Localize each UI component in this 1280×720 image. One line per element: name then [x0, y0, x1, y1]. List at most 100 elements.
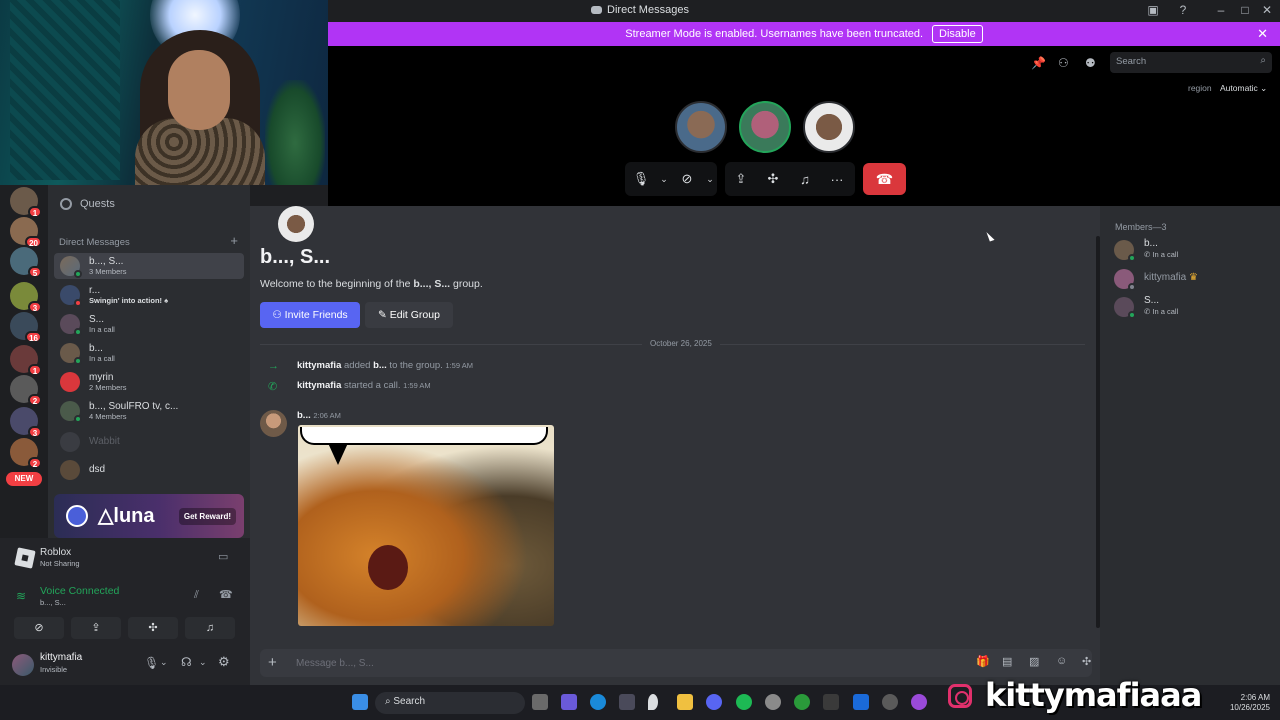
badge: 3	[28, 426, 42, 438]
user-avatar[interactable]	[12, 654, 34, 676]
server-icon[interactable]: 2	[10, 375, 42, 406]
luna-brand: △luna	[98, 505, 155, 527]
xbox-icon[interactable]	[794, 694, 810, 710]
camera-off-button[interactable]: ⊘	[14, 617, 64, 639]
share-screen-button[interactable]: ⇪	[71, 617, 121, 639]
app-icon[interactable]	[853, 694, 869, 710]
camera-off-icon[interactable]: ⊘	[671, 171, 703, 187]
soundboard-icon[interactable]: ♫	[789, 172, 821, 187]
chevron-down-icon[interactable]: ⌄	[160, 657, 168, 668]
hang-up-button[interactable]: ☎	[863, 163, 906, 195]
dm-item[interactable]: r... Swingin' into action! ♠	[54, 282, 244, 308]
obs-icon[interactable]	[882, 694, 898, 710]
settings-gear-icon[interactable]: ⚙	[218, 654, 230, 670]
spotify-icon[interactable]	[736, 694, 752, 710]
search-input[interactable]: Search ⌕	[1110, 52, 1272, 73]
dm-item[interactable]: S... In a call	[54, 311, 244, 337]
chevron-down-icon[interactable]: ⌄	[199, 657, 207, 668]
discord-taskbar-icon[interactable]	[706, 694, 722, 710]
sticker-icon[interactable]: ▨	[1029, 655, 1039, 668]
disconnect-icon[interactable]: ☎	[219, 588, 233, 601]
status-dot	[74, 299, 82, 307]
system-message: kittymafia added b... to the group. 1:59…	[297, 360, 473, 371]
help-icon[interactable]: ?	[1173, 3, 1193, 17]
maximize-button[interactable]: □	[1235, 3, 1255, 17]
add-attachment-icon[interactable]: +	[268, 654, 277, 671]
gif-attachment[interactable]	[298, 425, 554, 626]
pin-icon[interactable]: 📌	[1031, 56, 1046, 70]
noise-suppression-icon[interactable]: ⫽	[194, 589, 199, 602]
maps-icon[interactable]	[648, 694, 658, 710]
gift-icon[interactable]: 🎁	[976, 655, 990, 668]
activities-icon[interactable]: ✣	[757, 171, 789, 187]
dm-item[interactable]: myrin 2 Members	[54, 369, 244, 395]
settings-icon[interactable]	[765, 694, 781, 710]
member-item[interactable]: kittymafia ♛	[1114, 267, 1274, 291]
server-icon[interactable]: 1	[10, 187, 42, 218]
dm-item[interactable]: b..., SoulFRO tv, c... 4 Members	[54, 398, 244, 424]
store-icon[interactable]	[619, 694, 635, 710]
server-icon[interactable]: 3	[10, 282, 42, 313]
chevron-down-icon[interactable]: ⌄	[657, 174, 671, 185]
dm-item[interactable]: dsd	[54, 457, 244, 483]
participant-avatar-speaking[interactable]	[739, 101, 791, 153]
windows-start-icon[interactable]	[352, 694, 368, 710]
emoji-icon[interactable]: ☺	[1056, 655, 1067, 667]
add-member-icon[interactable]: ⚇	[1058, 56, 1069, 70]
mic-icon[interactable]: 🎙	[144, 656, 159, 670]
message-avatar[interactable]	[260, 410, 287, 437]
server-icon[interactable]: 5	[10, 247, 42, 278]
dm-sub: 4 Members	[89, 412, 127, 421]
taskbar-search[interactable]: ⌕ Search	[375, 692, 525, 714]
member-item[interactable]: S... ✆ In a call	[1114, 295, 1274, 319]
server-icon[interactable]: 1	[10, 345, 42, 376]
activities-button[interactable]: ✣	[128, 617, 178, 639]
share-screen-icon[interactable]: ⇪	[725, 171, 757, 187]
edit-group-button[interactable]: ✎ Edit Group	[365, 302, 453, 328]
edge-icon[interactable]	[590, 694, 606, 710]
inbox-icon[interactable]: ▣	[1143, 3, 1163, 17]
status-dot	[1128, 283, 1136, 291]
clock[interactable]: 2:06 AM 10/26/2025	[1230, 693, 1270, 713]
member-name: b...	[1144, 238, 1158, 249]
region-select[interactable]: Automatic ⌄	[1220, 83, 1267, 94]
headphones-icon[interactable]: ☊	[181, 655, 192, 669]
close-icon[interactable]: ✕	[1257, 26, 1268, 42]
task-view-icon[interactable]	[532, 694, 548, 710]
close-window-button[interactable]: ✕	[1257, 3, 1277, 17]
twitch-icon[interactable]	[911, 694, 927, 710]
game-name: Roblox	[40, 547, 72, 558]
server-icon[interactable]: 3	[10, 407, 42, 438]
file-explorer-icon[interactable]	[677, 694, 693, 710]
luna-promo[interactable]: △luna Get Reward!	[54, 494, 244, 538]
get-reward-button[interactable]: Get Reward!	[178, 508, 236, 525]
copilot-icon[interactable]	[561, 694, 577, 710]
avatar	[60, 432, 80, 452]
mic-icon[interactable]: 🎙	[625, 171, 657, 187]
more-icon[interactable]: ···	[821, 172, 853, 187]
dm-item[interactable]: b..., S... 3 Members	[54, 253, 244, 279]
share-screen-icon[interactable]: ▭	[218, 550, 228, 563]
streamer-mode-banner: Streamer Mode is enabled. Usernames have…	[328, 22, 1280, 46]
minimize-button[interactable]: –	[1211, 3, 1231, 17]
create-dm-icon[interactable]: +	[230, 233, 238, 248]
server-icon[interactable]: 20	[10, 217, 42, 248]
server-icon[interactable]: 2	[10, 438, 42, 469]
dm-item[interactable]: b... In a call	[54, 340, 244, 366]
server-icon[interactable]: 16	[10, 312, 42, 343]
member-item[interactable]: b... ✆ In a call	[1114, 238, 1274, 262]
participant-avatar[interactable]	[675, 101, 727, 153]
gif-icon[interactable]: ▤	[1002, 655, 1012, 668]
epic-games-icon[interactable]	[823, 694, 839, 710]
quests-item[interactable]: Quests	[60, 198, 115, 210]
chevron-down-icon[interactable]: ⌄	[703, 174, 717, 185]
soundboard-button[interactable]: ♫	[185, 617, 235, 639]
disable-button[interactable]: Disable	[932, 25, 983, 43]
member-list-icon[interactable]: ⚉	[1085, 56, 1096, 70]
message-input[interactable]	[296, 655, 896, 671]
activity-panel: Roblox Not Sharing ▭ ≋ Voice Connected b…	[0, 538, 250, 685]
invite-friends-button[interactable]: ⚇ Invite Friends	[260, 302, 360, 328]
participant-avatar[interactable]	[803, 101, 855, 153]
apps-icon[interactable]: ✣	[1082, 655, 1091, 668]
dm-item[interactable]: Wabbit	[54, 429, 244, 455]
